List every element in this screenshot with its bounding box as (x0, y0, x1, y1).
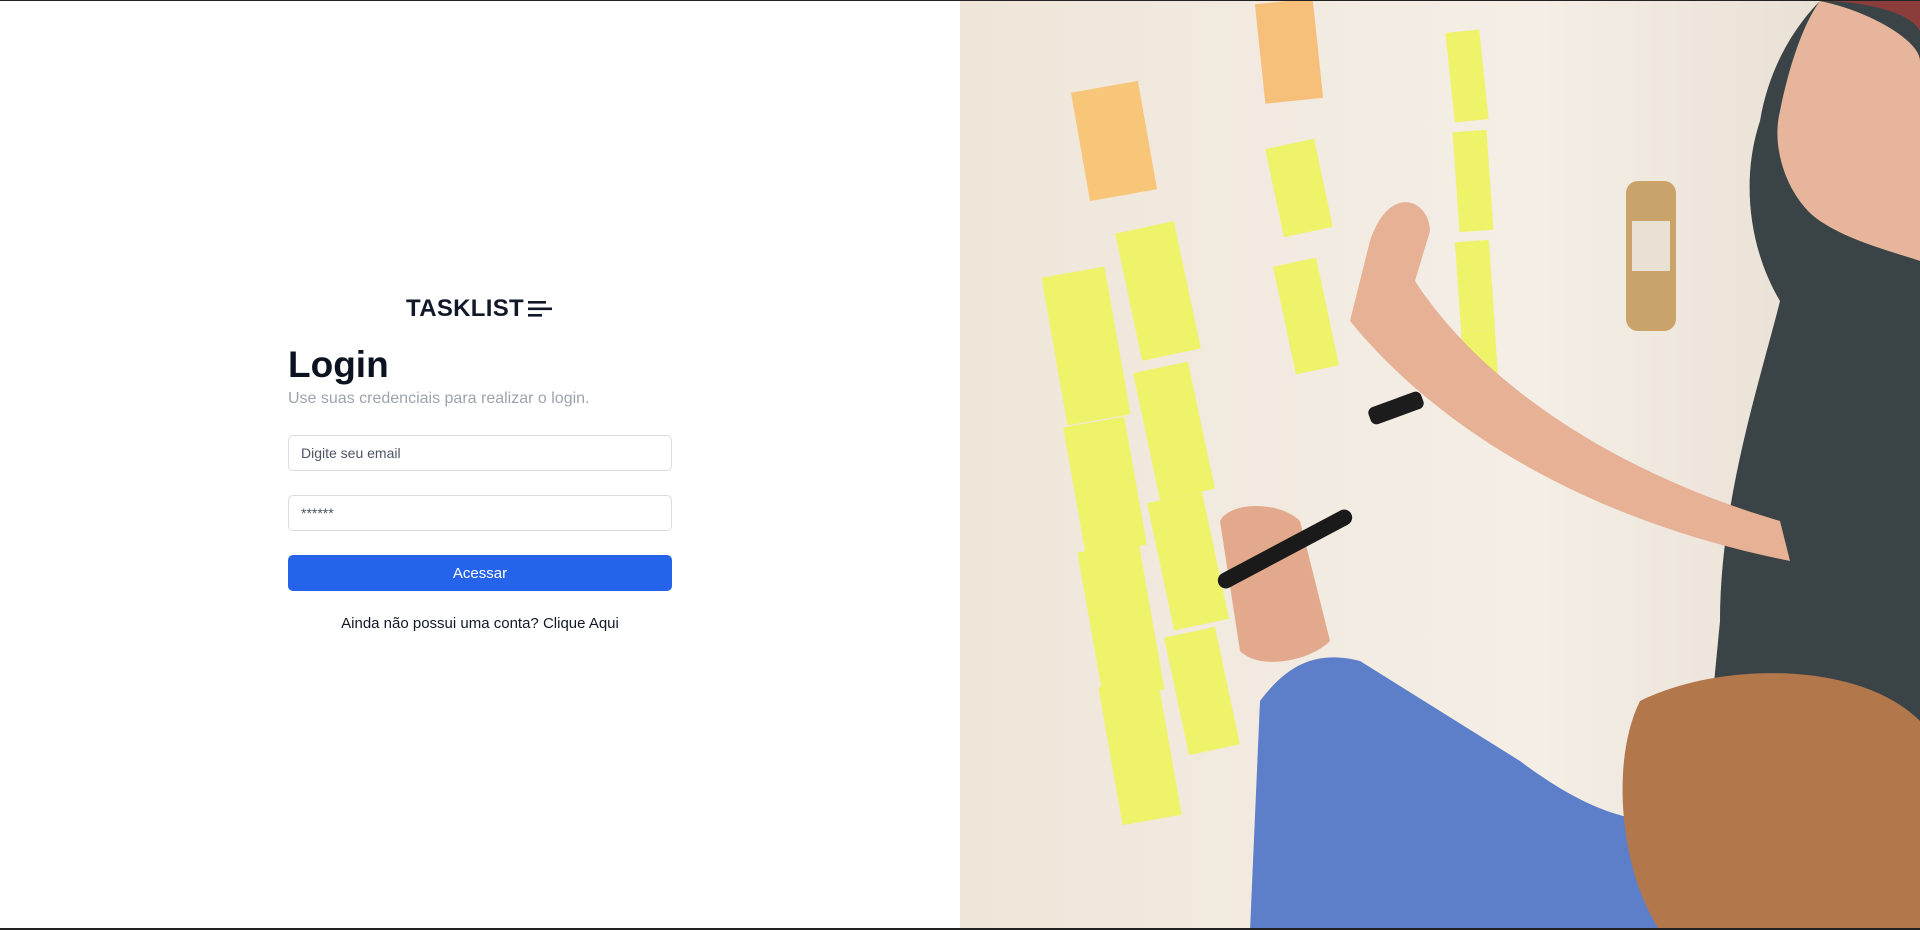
brand-name: TASKLIST (406, 295, 524, 322)
login-panel: TASKLIST Login Use suas credenciais para… (0, 1, 960, 928)
page-subtitle: Use suas credenciais para realizar o log… (288, 390, 590, 407)
sticky-notes-photo (960, 1, 1920, 928)
page-title: Login (288, 344, 389, 385)
login-form: TASKLIST Login Use suas credenciais para… (288, 295, 672, 632)
hero-image (960, 1, 1920, 928)
email-input[interactable] (288, 435, 672, 471)
signup-link[interactable]: Clique Aqui (543, 615, 619, 632)
password-input[interactable] (288, 495, 672, 531)
lines-icon (527, 301, 552, 317)
login-page: TASKLIST Login Use suas credenciais para… (0, 0, 1920, 930)
signup-prompt: Ainda não possui uma conta? Clique Aqui (288, 615, 672, 632)
signup-text: Ainda não possui uma conta? (341, 615, 539, 632)
brand-logo: TASKLIST (288, 295, 672, 323)
login-button[interactable]: Acessar (288, 555, 672, 591)
